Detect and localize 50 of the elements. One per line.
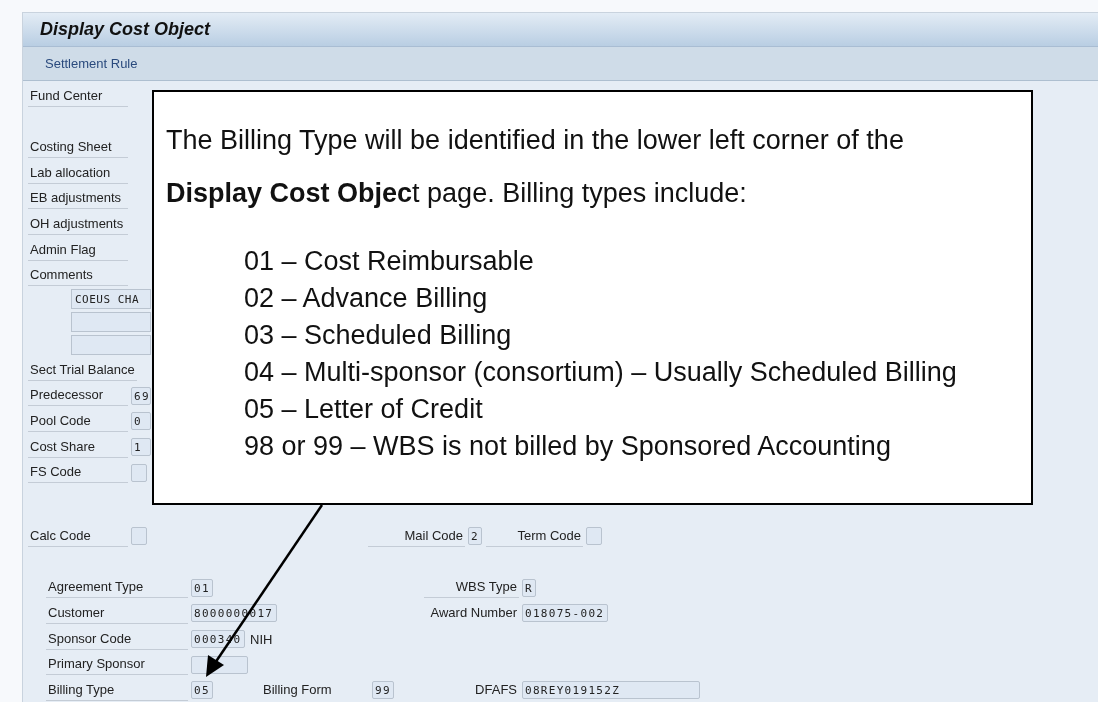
- comment-field[interactable]: [71, 335, 151, 356]
- billing-type-item: 02 – Advance Billing: [244, 282, 489, 315]
- field-label: Sponsor Code: [46, 628, 188, 650]
- input-field[interactable]: [131, 527, 147, 546]
- billing-type-item: 98 or 99 – WBS is not billed by Sponsored Accounting: [244, 430, 892, 463]
- input-field[interactable]: 05: [191, 681, 213, 700]
- billing-type-item: 01 – Cost Reimbursable: [244, 245, 535, 278]
- field-label: Predecessor: [28, 385, 128, 407]
- field-label: Billing Form: [262, 681, 333, 700]
- input-field[interactable]: 69: [131, 386, 151, 405]
- input-field[interactable]: 2: [468, 527, 482, 546]
- field-label: Mail Code: [368, 525, 465, 547]
- billing-type-item: 05 – Letter of Credit: [244, 393, 484, 426]
- billing-type-item: 03 – Scheduled Billing: [244, 319, 513, 352]
- comment-field[interactable]: COEUS CHA: [71, 289, 151, 310]
- input-field[interactable]: 018075-002: [522, 604, 608, 623]
- field-label: WBS Type: [424, 577, 519, 599]
- field-label: Calc Code: [28, 525, 128, 547]
- field-label: DFAFS: [474, 681, 518, 700]
- field-label: Billing Type: [46, 679, 188, 701]
- field-label: Customer: [46, 602, 188, 624]
- comment-field[interactable]: [71, 312, 151, 333]
- window-title: Display Cost Object: [40, 18, 211, 40]
- field-label: Cost Share: [28, 436, 128, 458]
- field-label: Fund Center: [28, 85, 128, 107]
- field-label: Costing Sheet: [28, 137, 128, 159]
- toolbar-link[interactable]: Settlement Rule: [45, 56, 138, 71]
- input-field[interactable]: [586, 527, 602, 546]
- billing-type-item: 04 – Multi-sponsor (consortium) – Usually Scheduled Billing: [244, 356, 958, 389]
- field-label: EB adjustments: [28, 188, 128, 210]
- sponsor-name: NIH: [250, 631, 273, 647]
- input-field[interactable]: 08REY019152Z: [522, 681, 700, 700]
- input-field[interactable]: 99: [372, 681, 394, 700]
- field-label: Primary Sponsor: [46, 654, 188, 676]
- field-label: Lab allocation: [28, 162, 128, 184]
- field-label: Pool Code: [28, 410, 128, 432]
- field-label: OH adjustments: [28, 214, 128, 235]
- input-field[interactable]: [131, 463, 147, 482]
- callout-text: The Billing Type will be identified in the lower left corner of the Display Cost Object page. Billing types include:: [166, 124, 905, 210]
- input-field[interactable]: 01: [191, 578, 213, 597]
- field-label: Term Code: [486, 525, 583, 547]
- field-label: FS Code: [28, 462, 128, 484]
- field-label: Agreement Type: [46, 577, 188, 599]
- input-field[interactable]: 1: [131, 438, 151, 457]
- input-field[interactable]: R: [522, 578, 536, 597]
- input-field[interactable]: 0: [131, 412, 151, 431]
- field-label: Sect Trial Balance: [28, 359, 137, 381]
- field-label: Award Number: [429, 604, 518, 623]
- field-label: Comments: [28, 265, 128, 287]
- field-label: Admin Flag: [28, 239, 128, 261]
